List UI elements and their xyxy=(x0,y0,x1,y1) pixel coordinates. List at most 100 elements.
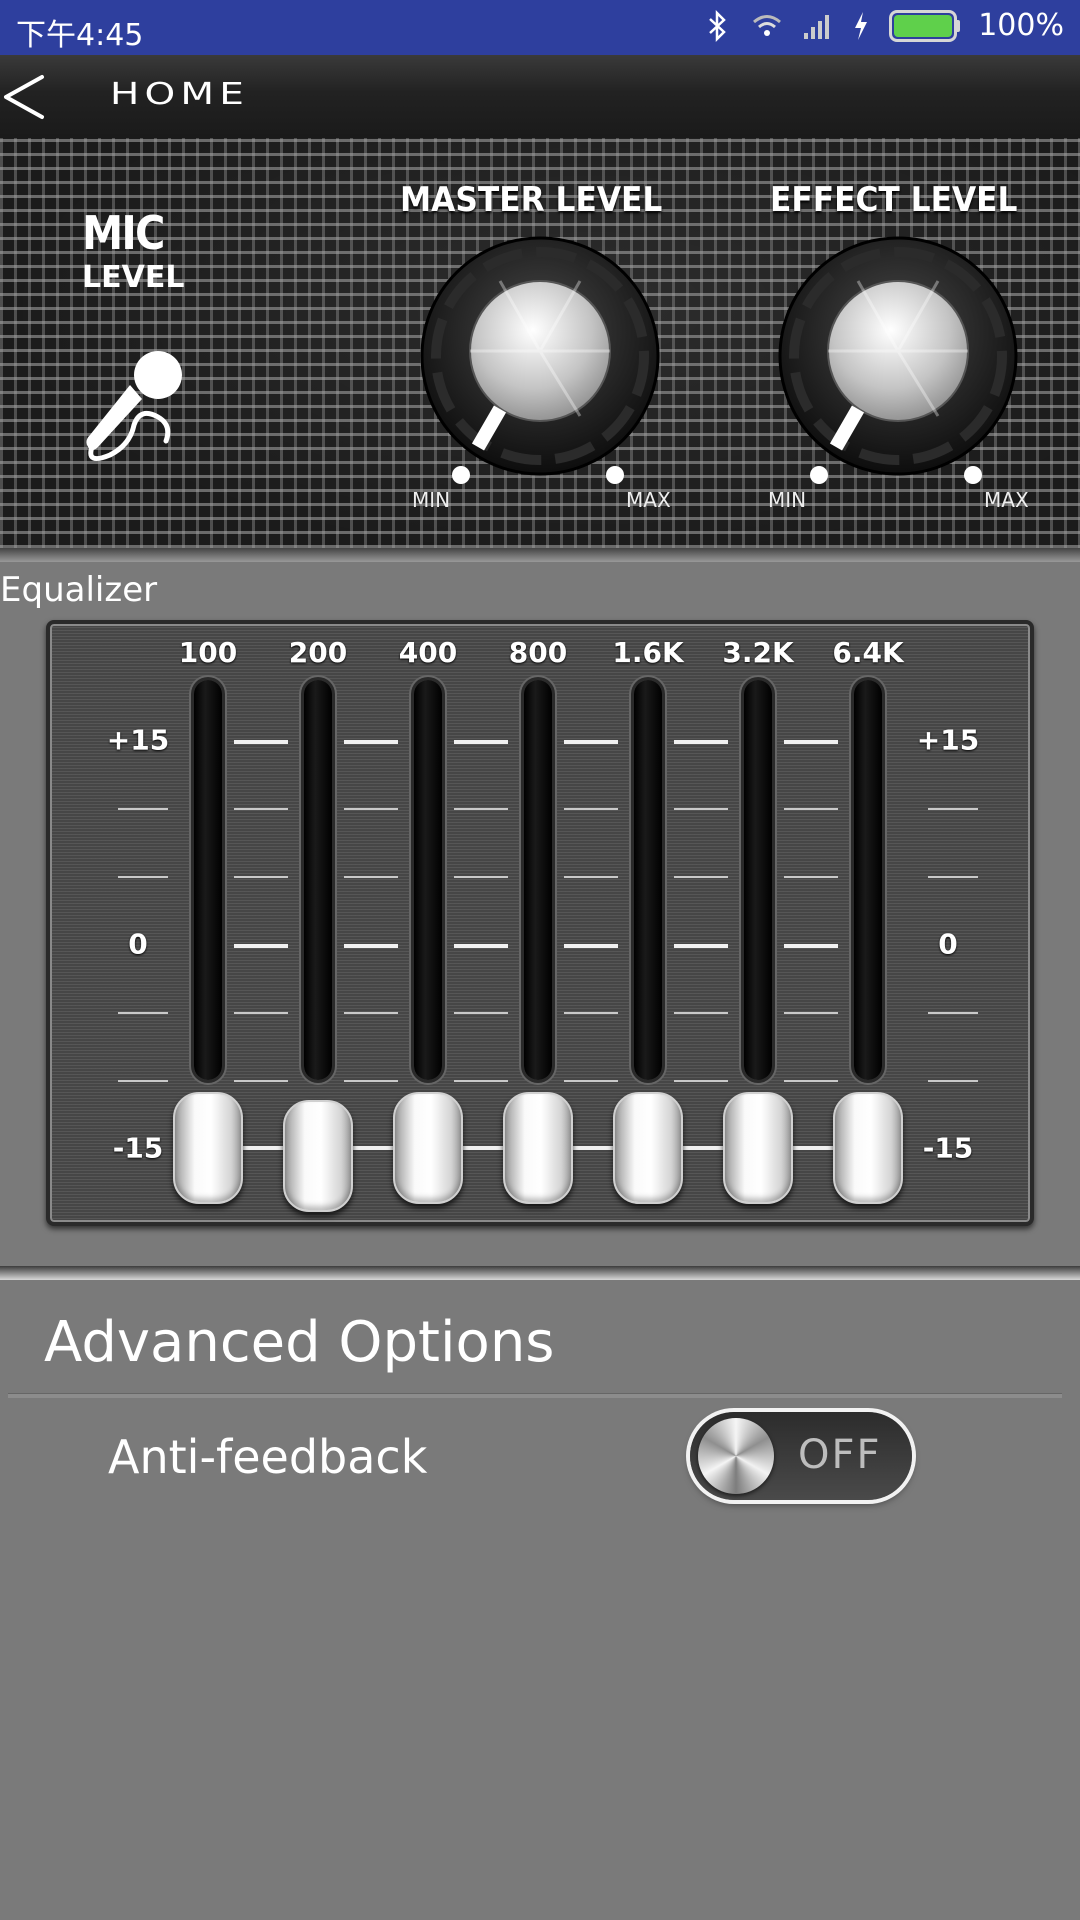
microphone-icon[interactable] xyxy=(80,343,190,463)
status-time: 下午4:45 xyxy=(16,18,144,53)
master-min-label: MIN xyxy=(412,488,451,512)
eq-scale-tick xyxy=(234,740,288,744)
master-max-dot xyxy=(606,466,624,484)
eq-handle-link xyxy=(568,1146,618,1150)
eq-slider-handle[interactable] xyxy=(283,1100,353,1212)
eq-scale-tick xyxy=(454,1012,508,1014)
status-icons: 100% xyxy=(701,8,1064,43)
eq-scale-tick xyxy=(344,740,398,744)
eq-scale-tick xyxy=(234,944,288,948)
chevron-left-icon xyxy=(4,75,44,119)
scale-mid-left: 0 xyxy=(128,927,148,961)
eq-scale-tick xyxy=(564,944,618,948)
eq-scale-tick xyxy=(118,1080,168,1082)
eq-handle-link xyxy=(348,1146,398,1150)
eq-freq-label: 100 xyxy=(178,636,238,669)
battery-percent: 100% xyxy=(978,8,1064,43)
eq-scale-tick xyxy=(784,944,838,948)
eq-freq-label: 1.6K xyxy=(612,636,684,669)
anti-feedback-label: Anti-feedback xyxy=(108,1430,428,1484)
eq-scale-tick xyxy=(118,876,168,878)
eq-slider-track[interactable] xyxy=(854,680,882,1080)
eq-scale-tick xyxy=(454,808,508,810)
eq-scale-tick xyxy=(344,944,398,948)
eq-scale-tick xyxy=(564,1012,618,1014)
equalizer-panel: +15 0 -15 +15 0 -15 100 200 400 800 1.6K 3.2K… xyxy=(46,620,1034,1226)
app-bar-title: HOME xyxy=(110,77,250,112)
eq-slider-track[interactable] xyxy=(414,680,442,1080)
divider xyxy=(8,1393,1062,1398)
mic-title: MIC xyxy=(82,206,165,260)
eq-slider-handle[interactable] xyxy=(833,1092,903,1204)
scale-mid-right: 0 xyxy=(938,927,958,961)
eq-scale-tick xyxy=(674,1080,728,1082)
eq-scale-tick xyxy=(674,876,728,878)
wifi-icon xyxy=(753,14,782,36)
eq-scale-tick xyxy=(928,876,978,878)
eq-freq-label: 800 xyxy=(508,636,568,669)
master-level-knob[interactable] xyxy=(420,236,660,476)
effect-level-knob[interactable] xyxy=(778,236,1018,476)
eq-slider-handle[interactable] xyxy=(613,1092,683,1204)
master-max-label: MAX xyxy=(626,488,671,512)
effect-min-label: MIN xyxy=(768,488,807,512)
charging-icon xyxy=(855,11,868,40)
eq-scale-tick xyxy=(564,740,618,744)
battery-icon xyxy=(889,9,961,42)
eq-scale-tick xyxy=(454,740,508,744)
eq-slider-track[interactable] xyxy=(304,680,332,1080)
eq-slider-handle[interactable] xyxy=(393,1092,463,1204)
eq-slider-handle[interactable] xyxy=(173,1092,243,1204)
eq-scale-tick xyxy=(344,876,398,878)
eq-scale-tick xyxy=(928,1080,978,1082)
eq-scale-tick xyxy=(118,808,168,810)
eq-scale-tick xyxy=(234,876,288,878)
eq-scale-tick xyxy=(234,1012,288,1014)
eq-scale-tick xyxy=(784,1080,838,1082)
eq-scale-tick xyxy=(344,1012,398,1014)
scale-top-left: +15 xyxy=(106,723,170,757)
toggle-knob xyxy=(698,1418,774,1494)
eq-scale-tick xyxy=(344,1080,398,1082)
eq-scale-tick xyxy=(564,876,618,878)
back-button[interactable] xyxy=(0,69,60,125)
advanced-options-section: Advanced Options Anti-feedback OFF xyxy=(0,1266,1080,1920)
eq-scale-tick xyxy=(784,1012,838,1014)
eq-scale-tick xyxy=(118,1012,168,1014)
app-bar: HOME xyxy=(0,55,1080,140)
eq-freq-label: 6.4K xyxy=(832,636,904,669)
eq-scale-tick xyxy=(674,808,728,810)
eq-handle-link xyxy=(238,1146,288,1150)
eq-freq-label: 200 xyxy=(288,636,348,669)
anti-feedback-toggle[interactable]: OFF xyxy=(690,1412,912,1500)
eq-scale-tick xyxy=(564,1080,618,1082)
eq-scale-tick xyxy=(234,808,288,810)
effect-max-dot xyxy=(964,466,982,484)
equalizer-label: Equalizer xyxy=(0,570,158,610)
eq-scale-tick xyxy=(454,1080,508,1082)
effect-level-label: EFFECT LEVEL xyxy=(770,180,1018,220)
bluetooth-icon xyxy=(709,9,727,42)
master-level-label: MASTER LEVEL xyxy=(400,180,663,220)
control-panel: MIC LEVEL MASTER LEVEL MIN MAX EFFECT LE… xyxy=(0,138,1080,562)
toggle-state-label: OFF xyxy=(798,1432,882,1478)
eq-scale-tick xyxy=(344,808,398,810)
eq-scale-tick xyxy=(928,1012,978,1014)
eq-slider-track[interactable] xyxy=(744,680,772,1080)
eq-slider-handle[interactable] xyxy=(723,1092,793,1204)
eq-slider-handle[interactable] xyxy=(503,1092,573,1204)
eq-scale-tick xyxy=(674,944,728,948)
scale-bottom-right: -15 xyxy=(922,1131,974,1165)
eq-scale-tick xyxy=(784,808,838,810)
eq-slider-track[interactable] xyxy=(194,680,222,1080)
eq-handle-link xyxy=(458,1146,508,1150)
eq-scale-tick xyxy=(674,1012,728,1014)
eq-slider-track[interactable] xyxy=(634,680,662,1080)
eq-scale-tick xyxy=(784,740,838,744)
status-bar: 下午4:45 100% xyxy=(0,0,1080,55)
master-min-dot xyxy=(452,466,470,484)
eq-slider-track[interactable] xyxy=(524,680,552,1080)
advanced-options-title: Advanced Options xyxy=(44,1310,555,1375)
eq-handle-link xyxy=(788,1146,838,1150)
scale-bottom-left: -15 xyxy=(112,1131,164,1165)
